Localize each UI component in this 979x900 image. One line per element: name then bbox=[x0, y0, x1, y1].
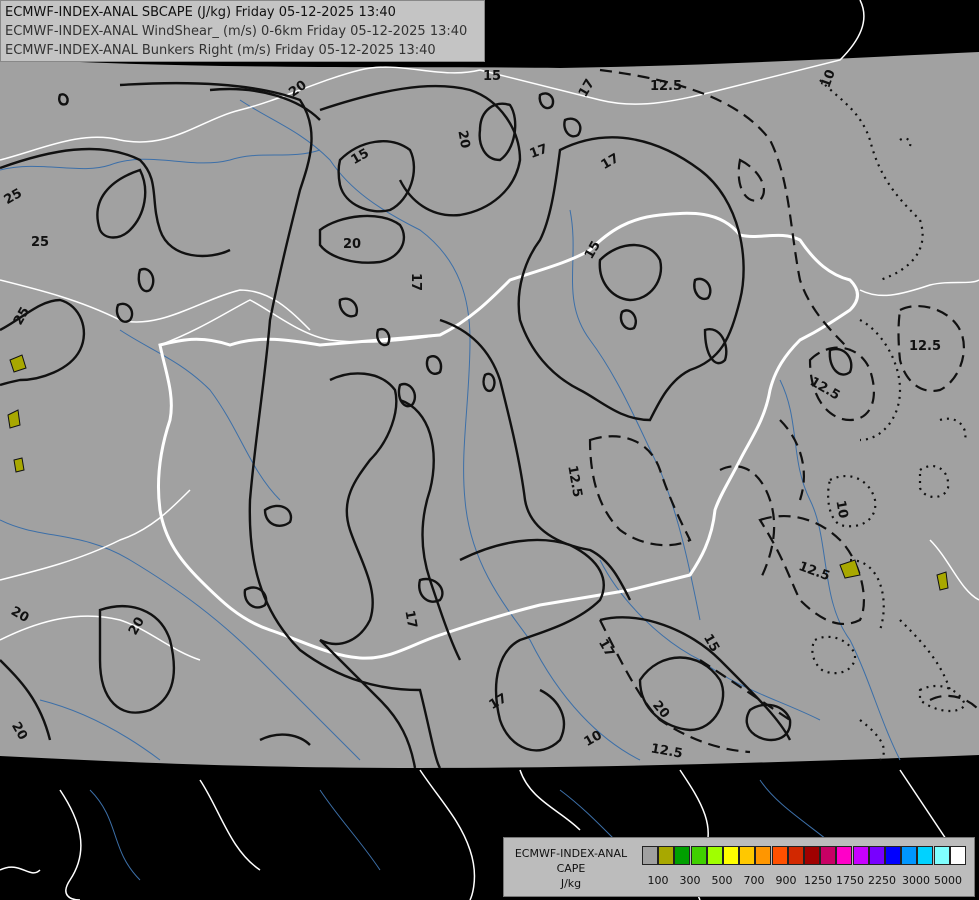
legend-swatch bbox=[917, 846, 934, 865]
legend-swatch bbox=[658, 846, 675, 865]
legend-swatch bbox=[820, 846, 837, 865]
contour-label: 17 bbox=[401, 609, 419, 629]
contour-label: 17 bbox=[408, 273, 423, 291]
legend-swatch bbox=[836, 846, 853, 865]
legend-title-model: ECMWF-INDEX-ANAL bbox=[514, 847, 628, 860]
header-bunkers: ECMWF-INDEX-ANAL Bunkers Right (m/s) Fri… bbox=[5, 43, 436, 58]
legend-swatch bbox=[901, 846, 918, 865]
legend-swatch bbox=[852, 846, 869, 865]
legend-tick-label: 100 bbox=[647, 874, 669, 887]
legend-tick-label: 500 bbox=[711, 874, 733, 887]
legend-swatch bbox=[674, 846, 691, 865]
legend-tick-label: 300 bbox=[679, 874, 701, 887]
legend-swatch bbox=[739, 846, 756, 865]
legend-swatch bbox=[787, 846, 804, 865]
legend-swatch bbox=[690, 846, 707, 865]
contour-label: 20 bbox=[343, 237, 361, 252]
cape-legend: ECMWF-INDEX-ANAL CAPE J/kg 100 300 500 700 9… bbox=[503, 837, 975, 897]
legend-tick-label: 700 bbox=[743, 874, 765, 887]
map-header: ECMWF-INDEX-ANAL SBCAPE (J/kg) Friday 05… bbox=[0, 0, 485, 62]
header-windshear: ECMWF-INDEX-ANAL WindShear_ (m/s) 0-6km … bbox=[5, 24, 468, 39]
contour-label: 12.5 bbox=[650, 79, 682, 94]
legend-swatch bbox=[755, 846, 772, 865]
legend-swatch bbox=[804, 846, 820, 865]
legend-tick-label: 1250 bbox=[804, 874, 832, 887]
contour-label: 15 bbox=[483, 69, 501, 84]
contour-label: 10 bbox=[832, 499, 850, 519]
legend-tick-label: 5000 bbox=[934, 874, 962, 887]
legend-swatch bbox=[885, 846, 901, 865]
contour-label: 20 bbox=[454, 129, 472, 149]
contour-label: 12.5 bbox=[909, 339, 941, 354]
legend-swatch bbox=[933, 846, 950, 865]
legend-swatch bbox=[868, 846, 885, 865]
legend-tick-label: 1750 bbox=[836, 874, 864, 887]
legend-title-units: J/kg bbox=[560, 877, 582, 890]
legend-tick-label: 3000 bbox=[902, 874, 930, 887]
contour-label: 25 bbox=[31, 235, 49, 250]
legend-swatch bbox=[642, 846, 658, 865]
weather-map: 201525252520172015 17 171517 12.5 1012.512.5… bbox=[0, 0, 979, 900]
legend-swatch bbox=[706, 846, 723, 865]
legend-swatch bbox=[949, 846, 966, 865]
header-sbcape: ECMWF-INDEX-ANAL SBCAPE (J/kg) Friday 05… bbox=[5, 5, 396, 20]
legend-swatch bbox=[723, 846, 739, 865]
legend-swatch bbox=[771, 846, 788, 865]
legend-title-param: CAPE bbox=[556, 862, 586, 875]
legend-tick-label: 900 bbox=[775, 874, 797, 887]
legend-title: ECMWF-INDEX-ANAL CAPE J/kg bbox=[504, 846, 638, 891]
legend-tick-label: 2250 bbox=[868, 874, 896, 887]
